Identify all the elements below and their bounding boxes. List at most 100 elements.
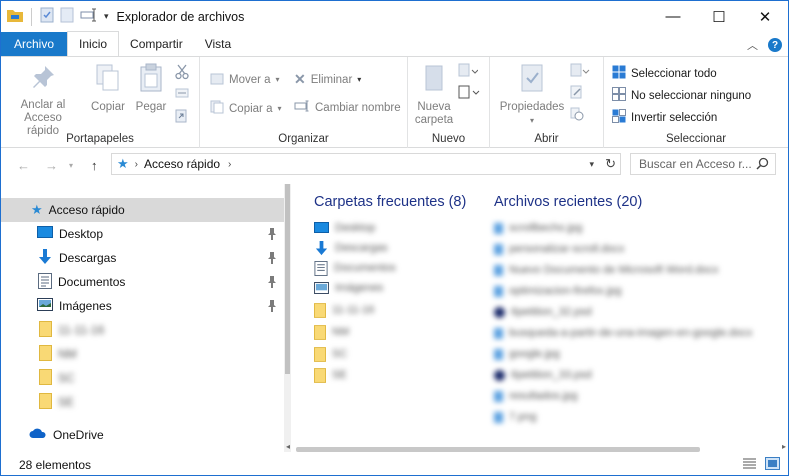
copy-path-button[interactable] xyxy=(175,87,189,102)
pin-quick-access-button[interactable]: Anclar al Acceso rápido xyxy=(11,63,75,138)
tab-inicio[interactable]: Inicio xyxy=(67,31,120,56)
list-item[interactable]: Documentos xyxy=(314,258,396,278)
pin-label: Anclar al Acceso rápido xyxy=(20,99,66,137)
maximize-button[interactable]: ☐ xyxy=(696,1,742,32)
back-arrow-icon[interactable]: ← xyxy=(17,158,30,173)
nav-item-desktop[interactable]: Desktop xyxy=(1,222,284,246)
list-item[interactable]: SC xyxy=(314,344,347,364)
recent-locations-chevron-icon[interactable]: ▾ xyxy=(69,161,73,170)
properties-qat-icon[interactable] xyxy=(40,7,54,26)
group-seleccionar: Seleccionar todo No seleccionar ninguno … xyxy=(604,57,788,148)
scroll-left-arrow-icon[interactable]: ◂ xyxy=(286,442,290,451)
breadcrumb-chevron-icon[interactable]: › xyxy=(228,159,231,170)
large-icons-view-icon[interactable] xyxy=(765,457,780,473)
scroll-right-arrow-icon[interactable]: ▸ xyxy=(782,442,786,451)
nav-scrollbar[interactable] xyxy=(284,184,291,452)
frequent-folders-heading[interactable]: Carpetas frecuentes (8) xyxy=(314,194,466,210)
list-item[interactable]: 6petition_33.psd xyxy=(494,365,592,385)
nav-item-folder[interactable]: 11-11-16 xyxy=(1,318,284,342)
nav-item-folder[interactable]: SC xyxy=(1,366,284,390)
nav-item-descargas[interactable]: Descargas xyxy=(1,246,284,270)
pin-icon[interactable] xyxy=(267,300,277,315)
nav-item-folder[interactable]: NM xyxy=(1,342,284,366)
list-item[interactable]: scrollbecho.jpg xyxy=(494,218,582,238)
invert-selection-button[interactable]: Invertir selección xyxy=(612,109,717,126)
list-item[interactable]: busqueda-a-partir-de-una-imagen-en-googl… xyxy=(494,323,752,343)
content-horizontal-scrollbar[interactable]: ◂ ▸ xyxy=(284,442,788,453)
help-icon[interactable]: ? xyxy=(768,38,782,52)
up-arrow-icon[interactable]: ↑ xyxy=(91,158,98,173)
nav-scrollbar-thumb[interactable] xyxy=(285,184,290,374)
search-input[interactable]: Buscar en Acceso r... xyxy=(630,153,776,175)
group-label-organizar: Organizar xyxy=(278,133,329,145)
copy-to-button[interactable]: Copiar a ▾ xyxy=(210,100,281,117)
nav-item-imagenes[interactable]: Imágenes xyxy=(1,294,284,318)
tab-archivo[interactable]: Archivo xyxy=(1,32,68,56)
address-bar[interactable]: ★ › Acceso rápido › ▾ ↻ xyxy=(111,153,621,175)
select-none-button[interactable]: No seleccionar ninguno xyxy=(612,87,751,104)
recent-files-heading[interactable]: Archivos recientes (20) xyxy=(494,194,642,210)
pin-icon[interactable] xyxy=(267,276,277,291)
rename-qat-icon[interactable] xyxy=(80,8,98,25)
list-item[interactable]: 7.png xyxy=(494,407,537,427)
nav-item-quick-access[interactable]: ★ Acceso rápido xyxy=(1,198,284,222)
new-item-icon xyxy=(458,63,479,80)
file-name: 6petition_32.psd xyxy=(511,306,592,318)
select-all-button[interactable]: Seleccionar todo xyxy=(612,65,717,82)
history-button[interactable] xyxy=(570,107,584,124)
list-item[interactable]: optimizacion-firefox.jpg xyxy=(494,281,622,301)
invert-selection-label: Invertir selección xyxy=(631,111,718,124)
address-dropdown-chevron-icon[interactable]: ▾ xyxy=(589,159,594,170)
paste-shortcut-button[interactable] xyxy=(175,109,187,126)
minimize-button[interactable]: — xyxy=(650,1,696,32)
new-folder-button[interactable]: Nueva carpeta xyxy=(414,63,454,127)
list-item[interactable]: resultados.jpg xyxy=(494,386,578,406)
nav-label: SC xyxy=(58,371,75,385)
list-item[interactable]: Nuevo Documento de Microsoft Word.docx xyxy=(494,260,719,280)
list-item[interactable]: Imágenes xyxy=(314,278,383,298)
edit-button[interactable] xyxy=(570,85,584,102)
list-item[interactable]: NM xyxy=(314,322,349,342)
file-name: personalizar-scroll.docx xyxy=(509,243,625,255)
refresh-icon[interactable]: ↻ xyxy=(605,156,616,172)
file-name: Nuevo Documento de Microsoft Word.docx xyxy=(509,264,719,276)
easy-access-button[interactable] xyxy=(458,85,480,102)
copy-button[interactable]: Copiar xyxy=(86,63,130,114)
collapse-ribbon-icon[interactable]: ︿ xyxy=(747,37,758,53)
list-item[interactable]: Desktop xyxy=(314,218,375,238)
list-item[interactable]: Descargas xyxy=(314,238,388,258)
forward-arrow-icon[interactable]: → xyxy=(45,158,58,173)
download-arrow-icon xyxy=(37,248,53,268)
customize-qat-chevron-icon[interactable]: ▾ xyxy=(104,11,109,22)
cut-button[interactable] xyxy=(175,64,189,83)
document-icon xyxy=(38,272,52,292)
paste-button[interactable]: Pegar xyxy=(131,63,171,114)
list-item[interactable]: personalizar-scroll.docx xyxy=(494,239,625,259)
address-chevron-icon[interactable]: › xyxy=(135,159,138,170)
document-icon xyxy=(314,260,328,276)
nav-item-documentos[interactable]: Documentos xyxy=(1,270,284,294)
list-item[interactable]: google.jpg xyxy=(494,344,560,364)
tab-compartir[interactable]: Compartir xyxy=(119,32,194,56)
nav-item-folder[interactable]: SE xyxy=(1,390,284,414)
close-button[interactable]: ✕ xyxy=(742,1,788,32)
list-item[interactable]: 11-11-16 xyxy=(314,300,374,320)
tab-vista[interactable]: Vista xyxy=(194,32,242,56)
horizontal-scrollbar-thumb[interactable] xyxy=(296,447,700,452)
details-view-icon[interactable] xyxy=(742,457,757,473)
move-to-button[interactable]: Mover a ▾ xyxy=(210,71,280,88)
delete-label: Eliminar xyxy=(310,73,353,86)
open-button[interactable] xyxy=(570,63,590,80)
pin-icon[interactable] xyxy=(267,228,277,243)
new-folder-qat-icon[interactable] xyxy=(60,7,74,26)
list-item[interactable]: SE xyxy=(314,365,347,385)
breadcrumb-quick-access[interactable]: Acceso rápido xyxy=(144,157,220,171)
pin-icon[interactable] xyxy=(267,252,277,267)
properties-button[interactable]: Propiedades ▾ xyxy=(498,63,566,127)
rename-button[interactable]: Cambiar nombre xyxy=(294,100,401,115)
new-item-button[interactable] xyxy=(458,63,479,80)
delete-button[interactable]: ✕ Eliminar ▾ xyxy=(294,71,361,88)
nav-item-onedrive[interactable]: OneDrive xyxy=(1,423,284,447)
file-icon xyxy=(494,348,503,360)
list-item[interactable]: 6petition_32.psd xyxy=(494,302,592,322)
